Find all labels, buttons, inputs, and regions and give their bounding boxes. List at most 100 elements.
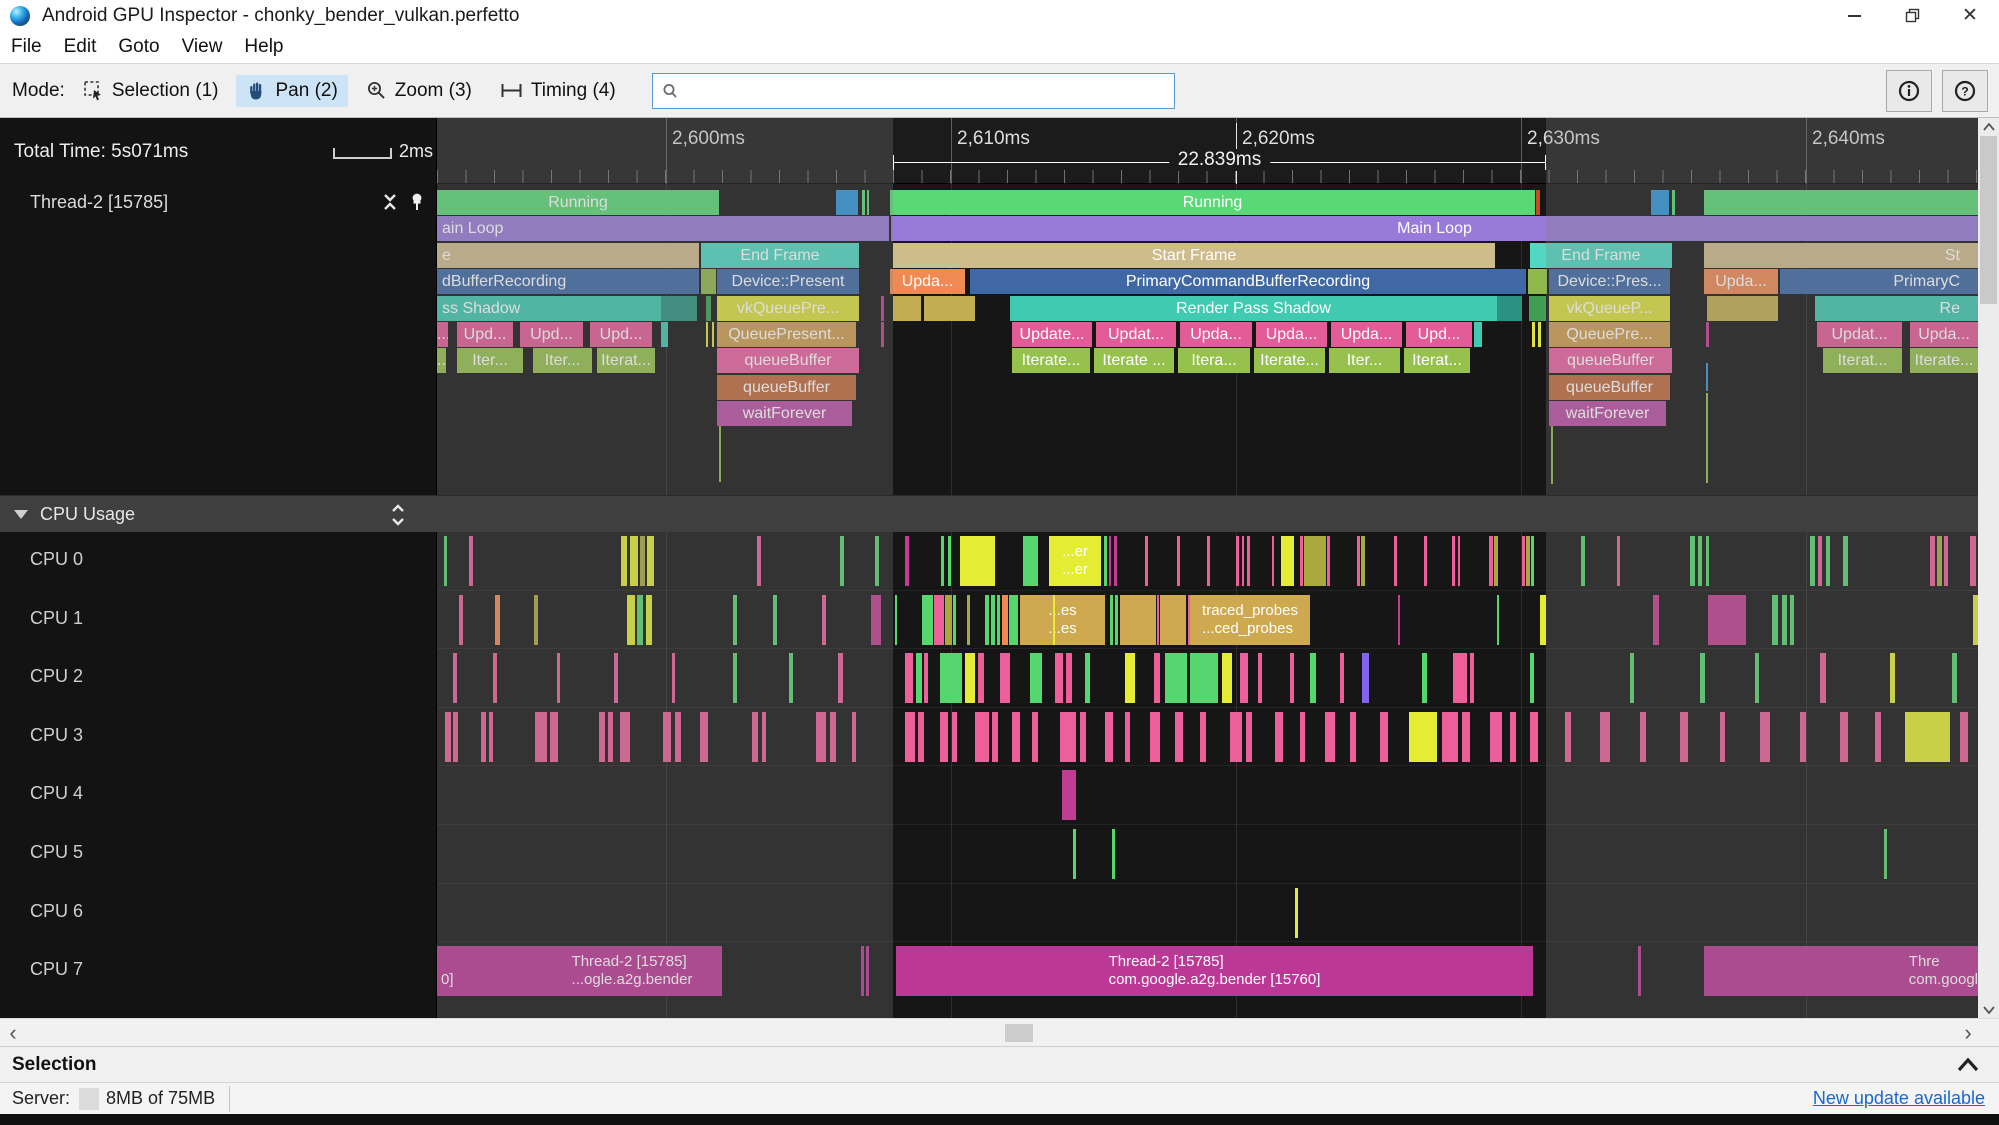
cpu-slice[interactable] xyxy=(1053,594,1055,645)
cpu-slice[interactable] xyxy=(489,711,493,762)
cpu-slice[interactable] xyxy=(1160,594,1186,645)
cpu-slice[interactable] xyxy=(1453,653,1467,704)
cpu-slice[interactable] xyxy=(620,711,630,762)
cpu-usage-header[interactable]: CPU Usage xyxy=(0,495,1978,532)
cpu-track-7[interactable]: 0] Thread-2 [15785] ...ogle.a2g.bender Thr… xyxy=(437,941,1978,999)
cpu-slice[interactable] xyxy=(1818,536,1822,586)
horizontal-scroll-thumb[interactable] xyxy=(1005,1024,1033,1042)
cpu-slice[interactable] xyxy=(1157,594,1159,645)
cpu-slice[interactable] xyxy=(918,711,924,762)
cpu-slice[interactable] xyxy=(861,946,864,997)
trace-span[interactable]: Upd... xyxy=(1406,322,1472,347)
cpu-slice[interactable] xyxy=(1843,536,1848,586)
cpu-slice[interactable] xyxy=(1066,653,1072,704)
cpu-slice[interactable] xyxy=(762,711,766,762)
cpu-slice[interactable] xyxy=(1030,653,1042,704)
trace-span[interactable] xyxy=(862,190,865,215)
trace-span[interactable]: Update... xyxy=(1012,322,1092,347)
trace-span[interactable]: ain Loop xyxy=(437,216,889,242)
cpu-slice[interactable] xyxy=(614,653,618,704)
cpu-slice[interactable] xyxy=(1200,711,1206,762)
cpu-slice[interactable] xyxy=(1458,536,1460,586)
cpu-slice[interactable] xyxy=(608,711,613,762)
cpu-slice[interactable] xyxy=(1177,536,1180,586)
cpu-slice[interactable] xyxy=(978,653,984,704)
cpu-slice[interactable] xyxy=(646,594,652,645)
cpu-slice[interactable] xyxy=(444,536,447,586)
cpu-slice[interactable] xyxy=(1295,887,1298,938)
cpu-track-3[interactable] xyxy=(437,706,1978,765)
trace-span[interactable] xyxy=(893,295,921,321)
trace-span[interactable]: St xyxy=(1704,242,1978,268)
cpu-slice[interactable] xyxy=(952,711,957,762)
cpu-slice[interactable] xyxy=(1154,653,1160,704)
trace-span[interactable] xyxy=(1497,295,1522,321)
cpu-slice[interactable] xyxy=(1009,594,1018,645)
cpu-slice[interactable] xyxy=(672,653,675,704)
cpu-slice[interactable] xyxy=(1300,711,1305,762)
cpu-slice[interactable]: ...es ...es xyxy=(1020,594,1105,645)
mode-button-timing[interactable]: Timing (4) xyxy=(490,75,626,107)
cpu-slice[interactable]: Thread-2 [15785] com.google.a2g.bender [… xyxy=(896,946,1533,997)
cpu-slice[interactable] xyxy=(1115,594,1118,645)
cpu-slice[interactable]: Thread-2 [15785] ...ogle.a2g.bender xyxy=(542,946,722,997)
cpu-slice[interactable] xyxy=(1145,536,1148,586)
trace-span[interactable]: Iter... xyxy=(457,348,523,374)
trace-span[interactable] xyxy=(924,295,975,321)
cpu-slice[interactable]: 0] xyxy=(437,946,544,997)
cpu-slice[interactable] xyxy=(960,536,995,586)
trace-span[interactable]: Iterat... xyxy=(597,348,655,374)
cpu-slice[interactable] xyxy=(1424,536,1427,586)
trace-span[interactable] xyxy=(1529,295,1546,321)
cpu-slice[interactable] xyxy=(1638,946,1641,997)
menu-file[interactable]: File xyxy=(0,36,53,58)
cpu-slice[interactable] xyxy=(1960,711,1968,762)
cpu-slice[interactable] xyxy=(1012,711,1020,762)
trace-span[interactable]: Upd... xyxy=(520,322,583,347)
cpu-slice[interactable] xyxy=(985,594,989,645)
cpu-slice[interactable] xyxy=(940,653,962,704)
cpu-slice[interactable] xyxy=(1884,829,1887,879)
cpu-slice[interactable] xyxy=(852,711,856,762)
cpu-slice[interactable] xyxy=(1772,594,1778,645)
cpu-slice[interactable] xyxy=(1275,711,1283,762)
collapse-track-icon[interactable] xyxy=(381,192,399,212)
cpu-slice[interactable] xyxy=(1905,711,1950,762)
trace-span[interactable]: Iterate... xyxy=(1254,348,1325,374)
cpu-slice[interactable] xyxy=(1357,536,1360,586)
cpu-slice[interactable] xyxy=(637,594,643,645)
cpu-slice[interactable] xyxy=(975,711,989,762)
cpu-slice[interactable]: traced_probes ...ced_probes xyxy=(1190,594,1310,645)
cpu-slice[interactable] xyxy=(752,711,758,762)
mode-button-zoom[interactable]: Zoom (3) xyxy=(356,75,482,107)
cpu-slice[interactable] xyxy=(773,594,777,645)
cpu-slice[interactable] xyxy=(1304,536,1326,586)
pin-icon[interactable] xyxy=(409,192,425,212)
cpu-slice[interactable] xyxy=(816,711,826,762)
cpu-slice[interactable] xyxy=(1207,536,1210,586)
cpu-slice[interactable] xyxy=(1150,711,1160,762)
trace-span[interactable] xyxy=(706,322,708,347)
mode-button-pan[interactable]: Pan (2) xyxy=(236,74,348,107)
trace-span[interactable] xyxy=(881,295,884,321)
cpu-slice[interactable] xyxy=(1340,653,1344,704)
cpu-slice[interactable] xyxy=(1530,653,1534,704)
trace-span[interactable]: Re xyxy=(1815,295,1978,321)
cpu-slice[interactable] xyxy=(789,653,793,704)
cpu-slice[interactable] xyxy=(700,711,708,762)
trace-span[interactable]: QueuePresent... xyxy=(717,322,856,347)
trace-span[interactable]: waitForever xyxy=(1549,401,1666,427)
cpu-slice[interactable] xyxy=(1120,594,1156,645)
cpu-slice[interactable] xyxy=(1522,536,1525,586)
cpu-slice[interactable] xyxy=(663,711,671,762)
trace-span[interactable]: vkQueueP... xyxy=(1549,295,1670,321)
trace-span[interactable]: Upd... xyxy=(590,322,652,347)
cpu-slice[interactable] xyxy=(1236,536,1239,586)
cpu-slice[interactable] xyxy=(1104,536,1107,586)
cpu-slice[interactable] xyxy=(453,653,457,704)
trace-span[interactable]: End Frame xyxy=(1530,242,1672,268)
cpu-slice[interactable] xyxy=(992,711,998,762)
cpu-slice[interactable] xyxy=(1272,536,1274,586)
trace-span[interactable] xyxy=(701,269,716,295)
cpu-slice[interactable] xyxy=(1531,536,1534,586)
